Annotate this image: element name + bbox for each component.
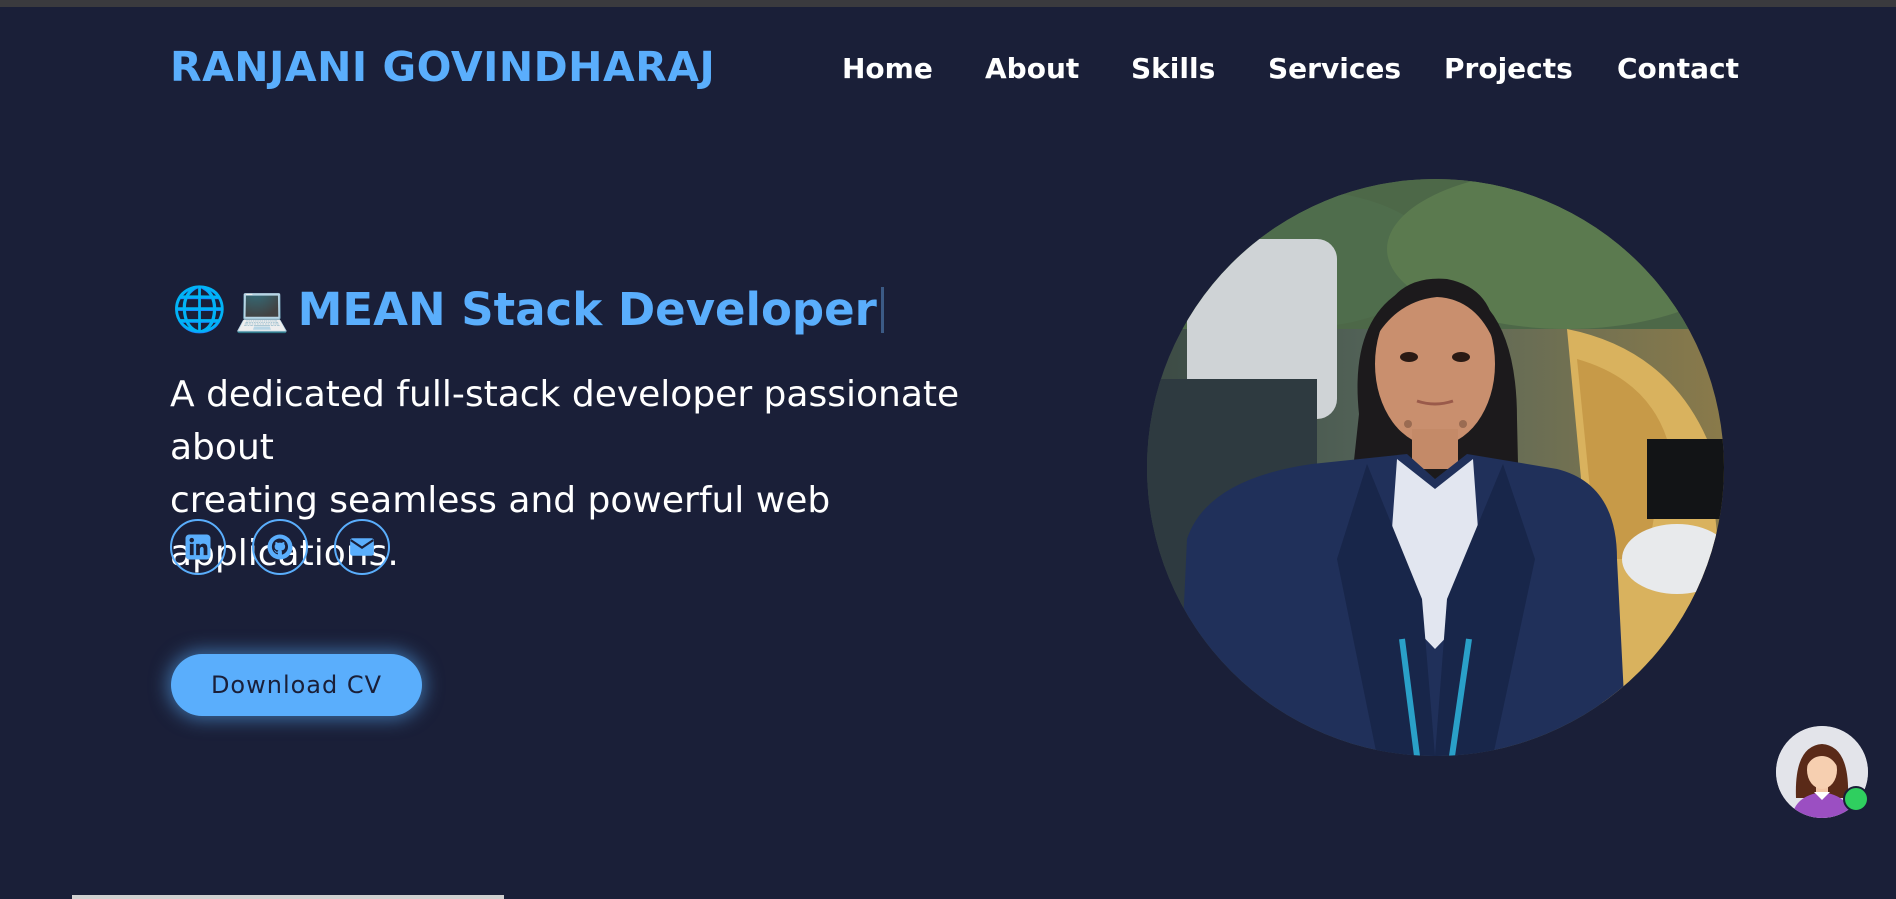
- nav-skills[interactable]: Skills: [1131, 52, 1215, 85]
- window-top-border: [0, 0, 1896, 7]
- nav-projects[interactable]: Projects: [1444, 52, 1573, 85]
- globe-icon: 🌐: [172, 283, 227, 335]
- nav-home[interactable]: Home: [842, 52, 933, 85]
- linkedin-icon: [185, 534, 211, 560]
- github-icon: [267, 534, 293, 560]
- typing-cursor: [880, 286, 884, 333]
- brand-logo[interactable]: RANJANI GOVINDHARAJ: [170, 43, 715, 91]
- online-status-indicator: [1843, 786, 1869, 812]
- laptop-icon: 💻: [234, 283, 290, 335]
- horizontal-scrollbar[interactable]: [72, 895, 504, 899]
- nav-services[interactable]: Services: [1268, 52, 1401, 85]
- download-cv-button[interactable]: Download CV: [171, 654, 422, 716]
- linkedin-link[interactable]: [170, 519, 226, 575]
- social-links: [170, 519, 390, 575]
- envelope-icon: [350, 538, 374, 556]
- email-link[interactable]: [334, 519, 390, 575]
- role-title: MEAN Stack Developer: [297, 283, 877, 336]
- nav-about[interactable]: About: [985, 52, 1079, 85]
- navbar: RANJANI GOVINDHARAJ Home About Skills Se…: [0, 7, 1896, 127]
- hero-title: 🌐 💻 MEAN Stack Developer: [172, 283, 884, 336]
- nav-contact[interactable]: Contact: [1617, 52, 1739, 85]
- github-link[interactable]: [252, 519, 308, 575]
- description-line-1: A dedicated full-stack developer passion…: [170, 374, 960, 468]
- profile-photo: [1147, 179, 1724, 756]
- profile-photo-illustration: [1147, 179, 1724, 756]
